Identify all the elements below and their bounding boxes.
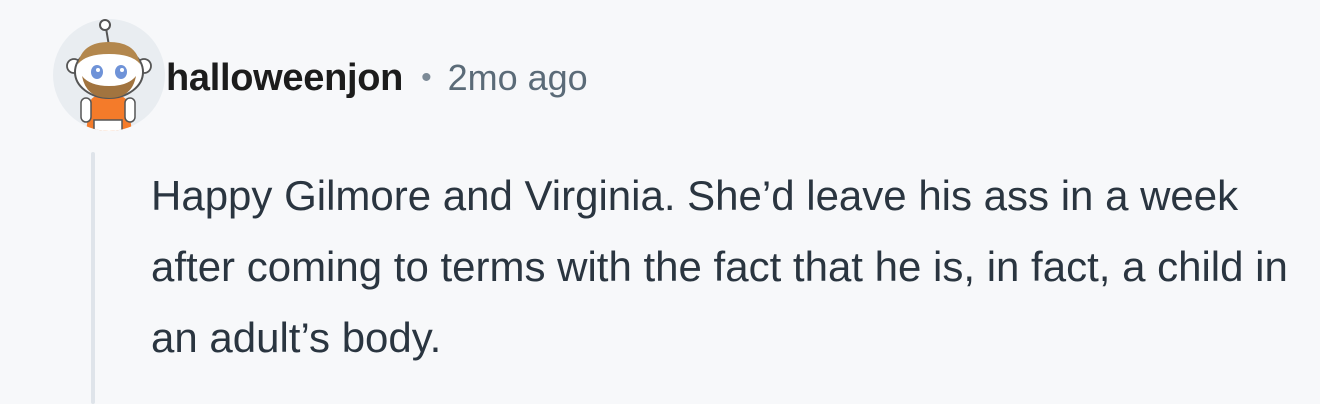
thread-collapse-line[interactable] — [91, 152, 95, 404]
comment-body: Happy Gilmore and Virginia. She’d leave … — [151, 172, 1288, 361]
reddit-snoo-avatar-icon — [53, 19, 165, 131]
separator-dot: • — [421, 61, 432, 94]
comment: halloweenjon • 2mo ago Happy Gilmore and… — [0, 0, 1320, 404]
comment-header: halloweenjon • 2mo ago — [166, 52, 588, 104]
timestamp-link[interactable]: 2mo ago — [448, 57, 588, 99]
username-link[interactable]: halloweenjon — [166, 57, 403, 100]
avatar[interactable] — [52, 18, 166, 132]
